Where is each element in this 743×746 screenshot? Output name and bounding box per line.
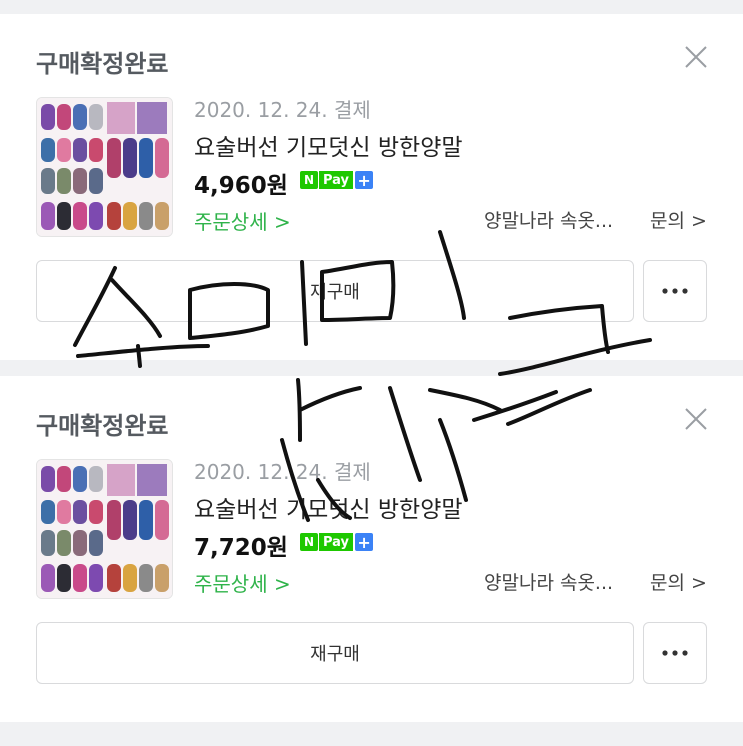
npay-pay-label: Pay xyxy=(319,533,354,551)
order-status: 구매확정완료 xyxy=(36,50,169,78)
price: 4,960원 xyxy=(194,173,288,199)
inquiry-link[interactable]: 문의 > xyxy=(650,206,707,233)
close-icon[interactable] xyxy=(683,44,709,70)
npay-plus-icon: + xyxy=(355,533,374,552)
rebuy-button[interactable]: 재구매 xyxy=(36,622,634,684)
price: 7,720원 xyxy=(194,535,288,561)
order-detail-link[interactable]: 주문상세 > xyxy=(194,568,291,597)
payment-date: 2020. 12. 24. 결제 xyxy=(194,98,371,122)
product-thumbnail[interactable] xyxy=(36,97,173,237)
product-name[interactable]: 요술버선 기모덧신 방한양말 xyxy=(194,128,463,162)
payment-date: 2020. 12. 24. 결제 xyxy=(194,460,371,484)
seller-name[interactable]: 양말나라 속옷... xyxy=(484,568,613,595)
more-icon[interactable] xyxy=(643,622,707,684)
close-icon[interactable] xyxy=(683,406,709,432)
npay-pay-label: Pay xyxy=(319,171,354,189)
npay-n-icon: N xyxy=(300,533,318,551)
seller-name[interactable]: 양말나라 속옷... xyxy=(484,206,613,233)
order-status: 구매확정완료 xyxy=(36,412,169,440)
npay-plus-icon: + xyxy=(355,171,374,190)
product-thumbnail[interactable] xyxy=(36,459,173,599)
rebuy-button[interactable]: 재구매 xyxy=(36,260,634,322)
order-detail-link[interactable]: 주문상세 > xyxy=(194,206,291,235)
order-card: 구매확정완료 2020. 12. 24. 결제 요술버선 기모 xyxy=(0,376,743,722)
npay-badge: N Pay + xyxy=(300,531,374,553)
product-name[interactable]: 요술버선 기모덧신 방한양말 xyxy=(194,490,463,524)
inquiry-link[interactable]: 문의 > xyxy=(650,568,707,595)
npay-n-icon: N xyxy=(300,171,318,189)
more-icon[interactable] xyxy=(643,260,707,322)
npay-badge: N Pay + xyxy=(300,169,374,191)
order-card: 구매확정완료 2020. 12. 24. 결제 요술버선 기모 xyxy=(0,14,743,360)
